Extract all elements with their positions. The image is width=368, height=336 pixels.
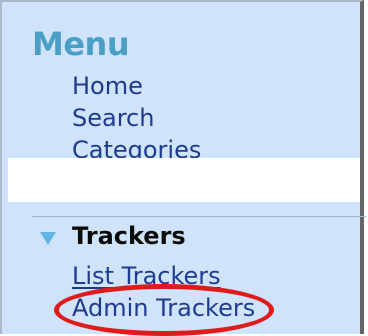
menu-item-home[interactable]: Home bbox=[72, 70, 352, 102]
menu-list: Home Search Categories bbox=[72, 70, 352, 166]
cropped-gap bbox=[8, 158, 360, 202]
triangle-down-icon[interactable] bbox=[40, 232, 56, 245]
sidebar-menu-panel: Menu Home Search Categories Trackers Lis… bbox=[0, 0, 366, 336]
section-title-trackers[interactable]: Trackers bbox=[72, 220, 186, 252]
menu-title: Menu bbox=[32, 25, 130, 63]
menu-item-admin-trackers[interactable]: Admin Trackers bbox=[72, 292, 352, 324]
menu-item-search[interactable]: Search bbox=[72, 102, 352, 134]
trackers-list: List Trackers Admin Trackers bbox=[72, 260, 352, 324]
section-divider bbox=[32, 216, 366, 217]
menu-item-list-trackers[interactable]: List Trackers bbox=[72, 260, 352, 292]
